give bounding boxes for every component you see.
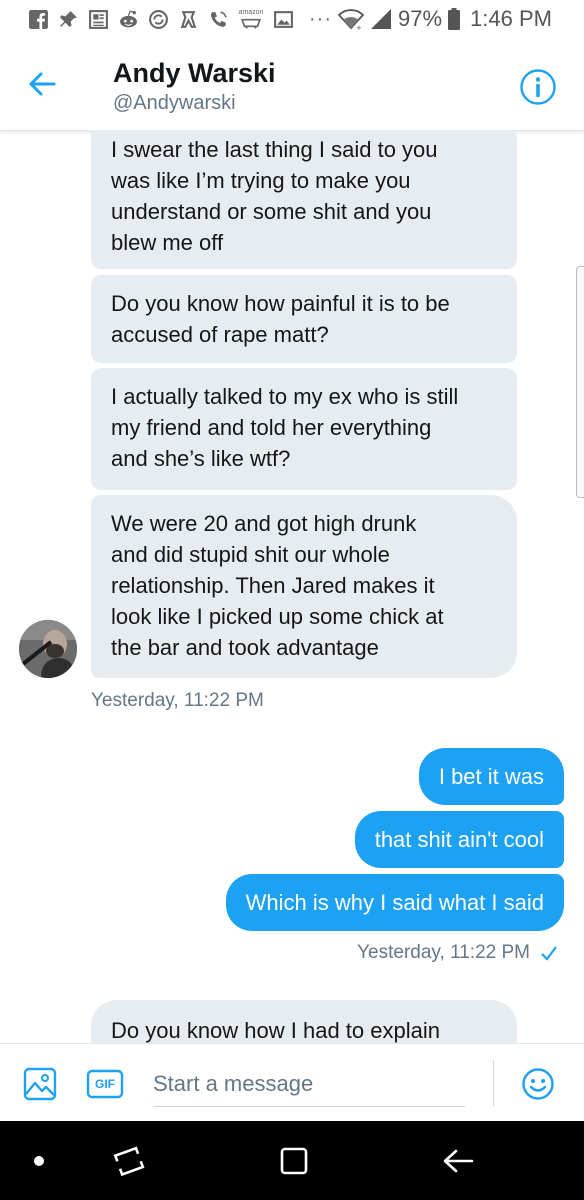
message-text: I bet it was [438, 764, 544, 789]
system-navigation-bar [0, 1121, 584, 1200]
battery-percent: 97% [398, 6, 443, 31]
message-bubble-incoming[interactable]: I actually talked to my ex who is still … [91, 368, 517, 490]
amazon-icon: amazon [238, 9, 264, 30]
status-bar: amazon ··· + 97% 1:46 PM [0, 0, 584, 38]
amazon-label: amazon [238, 9, 264, 16]
scrollbar-thumb[interactable] [576, 266, 584, 498]
message-line: Do you know how I had to explain [111, 1018, 440, 1043]
message-line: blew me off [111, 230, 224, 255]
person-icon [178, 9, 199, 30]
message-input[interactable] [153, 1062, 465, 1107]
message-list[interactable]: I swear the last thing I said to you was… [0, 130, 584, 1043]
clock: 1:46 PM [470, 6, 552, 31]
incoming-timestamp: Yesterday, 11:22 PM [91, 690, 264, 711]
gif-button[interactable]: GIF [86, 1069, 124, 1099]
back-arrow-icon[interactable] [24, 66, 60, 102]
composer-divider [493, 1060, 494, 1106]
outgoing-timestamp: Yesterday, 11:22 PM [357, 942, 558, 964]
message-line: look like I picked up some chick at [111, 604, 444, 629]
image-icon [273, 9, 294, 30]
message-composer: GIF [0, 1043, 584, 1122]
check-icon [541, 946, 557, 961]
reddit-icon [118, 9, 139, 30]
message-text: that shit ain't cool [374, 827, 544, 852]
pin-icon [58, 9, 79, 30]
message-line: and she’s like wtf? [111, 446, 291, 471]
sync-icon [148, 9, 169, 30]
system-status: + 97% 1:46 PM [338, 6, 552, 32]
gif-label: GIF [95, 1077, 115, 1091]
message-line: my friend and told her everything [111, 415, 432, 440]
message-bubble-outgoing[interactable]: Which is why I said what I said [225, 874, 564, 931]
notification-icons: amazon ··· [28, 6, 332, 32]
message-line: understand or some shit and you [111, 199, 432, 224]
battery-icon [448, 8, 461, 30]
message-line: I actually talked to my ex who is still [111, 384, 459, 409]
wifi-icon: + [338, 9, 365, 30]
avatar[interactable] [19, 620, 77, 678]
message-bubble-outgoing[interactable]: that shit ain't cool [354, 811, 564, 868]
message-bubble-incoming[interactable]: I swear the last thing I said to you was… [91, 130, 517, 269]
emoji-icon[interactable] [520, 1066, 556, 1102]
more-notifications-indicator: ··· [309, 7, 332, 30]
conversation-header: Andy Warski @Andywarski [0, 38, 584, 131]
message-bubble-incoming[interactable]: We were 20 and got high drunk and did st… [91, 495, 517, 678]
conversation-title: Andy Warski [113, 58, 276, 88]
message-line: Do you know how painful it is to be [111, 291, 450, 316]
message-line: the bar and took advantage [111, 635, 379, 660]
home-icon[interactable] [276, 1143, 312, 1179]
message-bubble-incoming[interactable]: Do you know how painful it is to be accu… [91, 275, 517, 363]
outgoing-timestamp-text: Yesterday, 11:22 PM [357, 942, 530, 963]
message-line: I swear the last thing I said to you [111, 137, 438, 162]
nav-dot-icon[interactable] [34, 1156, 44, 1166]
message-line: accused of rape matt? [111, 322, 329, 347]
news-icon [88, 9, 109, 30]
message-bubble-incoming[interactable]: Do you know how I had to explain [91, 1000, 517, 1043]
message-line: and did stupid shit our whole [111, 542, 390, 567]
conversation-handle: @Andywarski [113, 92, 236, 114]
message-text: Which is why I said what I said [245, 890, 544, 915]
message-bubble-outgoing[interactable]: I bet it was [418, 748, 564, 805]
facebook-icon [28, 9, 49, 30]
message-line: We were 20 and got high drunk [111, 511, 417, 536]
message-line: was like I’m trying to make you [111, 168, 411, 193]
message-line: relationship. Then Jared makes it [111, 573, 435, 598]
recent-apps-icon[interactable] [112, 1143, 148, 1179]
nav-back-icon[interactable] [440, 1143, 476, 1179]
call-icon [208, 9, 229, 30]
image-attach-icon[interactable] [22, 1066, 58, 1102]
info-icon[interactable] [519, 68, 557, 106]
svg-text:+: + [356, 24, 362, 30]
signal-icon [371, 9, 392, 29]
